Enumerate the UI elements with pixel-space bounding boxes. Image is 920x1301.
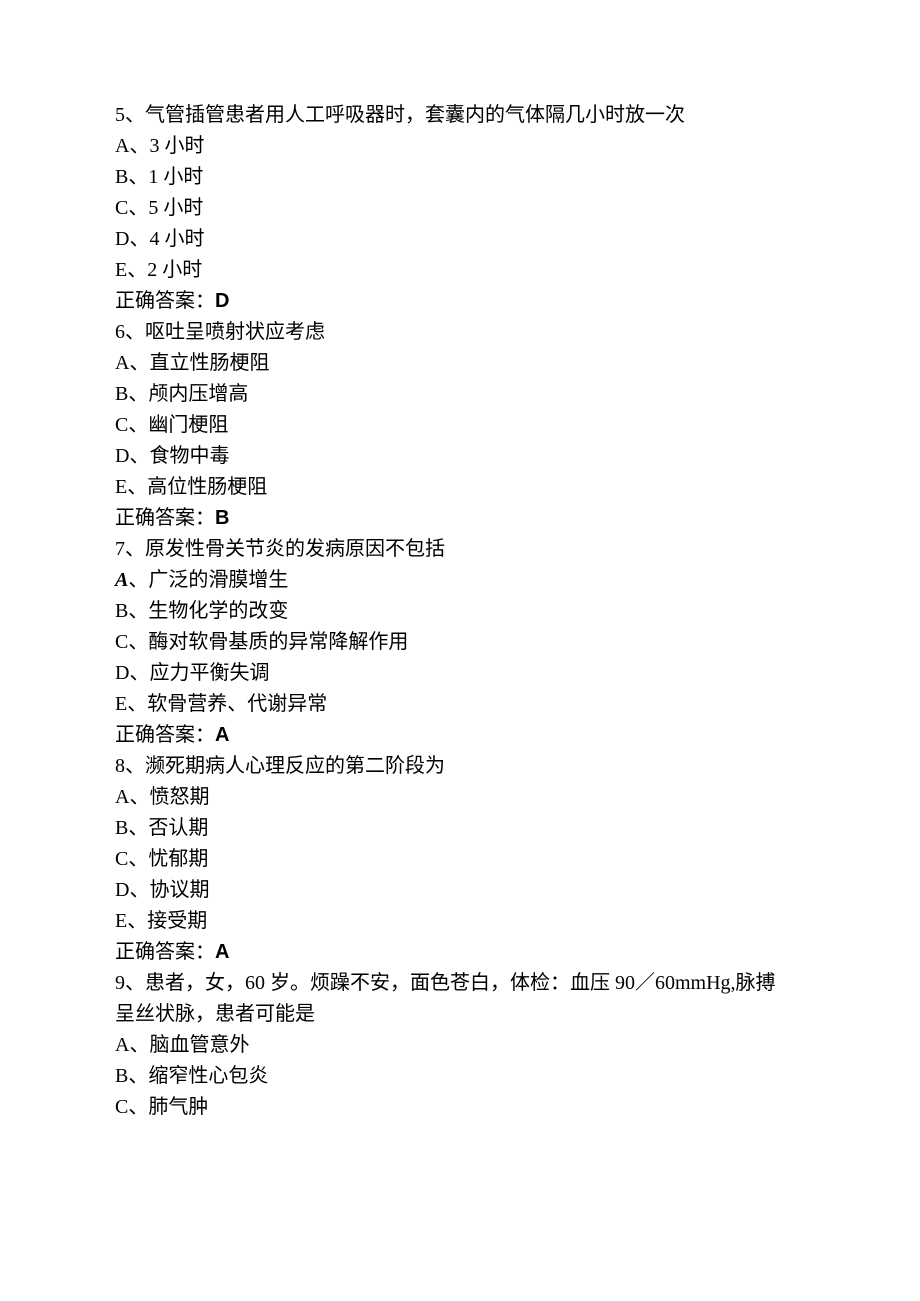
question-stem: 5、气管插管患者用人工呼吸器时，套囊内的气体隔几小时放一次 — [115, 100, 805, 131]
question-option: B、生物化学的改变 — [115, 596, 805, 627]
answer-line: 正确答案：A — [115, 937, 805, 968]
question-option: C、幽门梗阻 — [115, 410, 805, 441]
question-option: A、脑血管意外 — [115, 1030, 805, 1061]
answer-label: 正确答案： — [115, 941, 215, 963]
question-option: C、忧郁期 — [115, 844, 805, 875]
answer-value: A — [215, 724, 229, 746]
question-option: C、肺气肿 — [115, 1092, 805, 1123]
question-option: B、1 小时 — [115, 162, 805, 193]
question-option: E、高位性肠梗阻 — [115, 472, 805, 503]
question-stem: 6、呕吐呈喷射状应考虑 — [115, 317, 805, 348]
question-option: B、否认期 — [115, 813, 805, 844]
question-option: A、广泛的滑膜增生 — [115, 565, 805, 596]
answer-line: 正确答案：D — [115, 286, 805, 317]
option-text: 、广泛的滑膜增生 — [128, 569, 288, 591]
question-option: A、直立性肠梗阻 — [115, 348, 805, 379]
question-stem: 8、濒死期病人心理反应的第二阶段为 — [115, 751, 805, 782]
question-option: D、4 小时 — [115, 224, 805, 255]
answer-line: 正确答案：B — [115, 503, 805, 534]
question-option: D、食物中毒 — [115, 441, 805, 472]
answer-value: B — [215, 507, 229, 529]
answer-value: D — [215, 290, 229, 312]
question-option: B、颅内压增高 — [115, 379, 805, 410]
answer-label: 正确答案： — [115, 724, 215, 746]
answer-line: 正确答案：A — [115, 720, 805, 751]
italic-letter: A — [115, 569, 128, 591]
question-stem: 7、原发性骨关节炎的发病原因不包括 — [115, 534, 805, 565]
question-option: E、软骨营养、代谢异常 — [115, 689, 805, 720]
answer-label: 正确答案： — [115, 507, 215, 529]
question-option: C、酶对软骨基质的异常降解作用 — [115, 627, 805, 658]
question-option: A、愤怒期 — [115, 782, 805, 813]
question-option: E、2 小时 — [115, 255, 805, 286]
document-page: 5、气管插管患者用人工呼吸器时，套囊内的气体隔几小时放一次 A、3 小时 B、1… — [0, 0, 920, 1183]
question-option: C、5 小时 — [115, 193, 805, 224]
question-option: D、协议期 — [115, 875, 805, 906]
question-option: A、3 小时 — [115, 131, 805, 162]
question-stem: 9、患者，女，60 岁。烦躁不安，面色苍白，体检：血压 90／60mmHg,脉搏 — [115, 968, 805, 999]
answer-value: A — [215, 941, 229, 963]
question-option: B、缩窄性心包炎 — [115, 1061, 805, 1092]
question-option: D、应力平衡失调 — [115, 658, 805, 689]
question-stem: 呈丝状脉，患者可能是 — [115, 999, 805, 1030]
answer-label: 正确答案： — [115, 290, 215, 312]
question-option: E、接受期 — [115, 906, 805, 937]
